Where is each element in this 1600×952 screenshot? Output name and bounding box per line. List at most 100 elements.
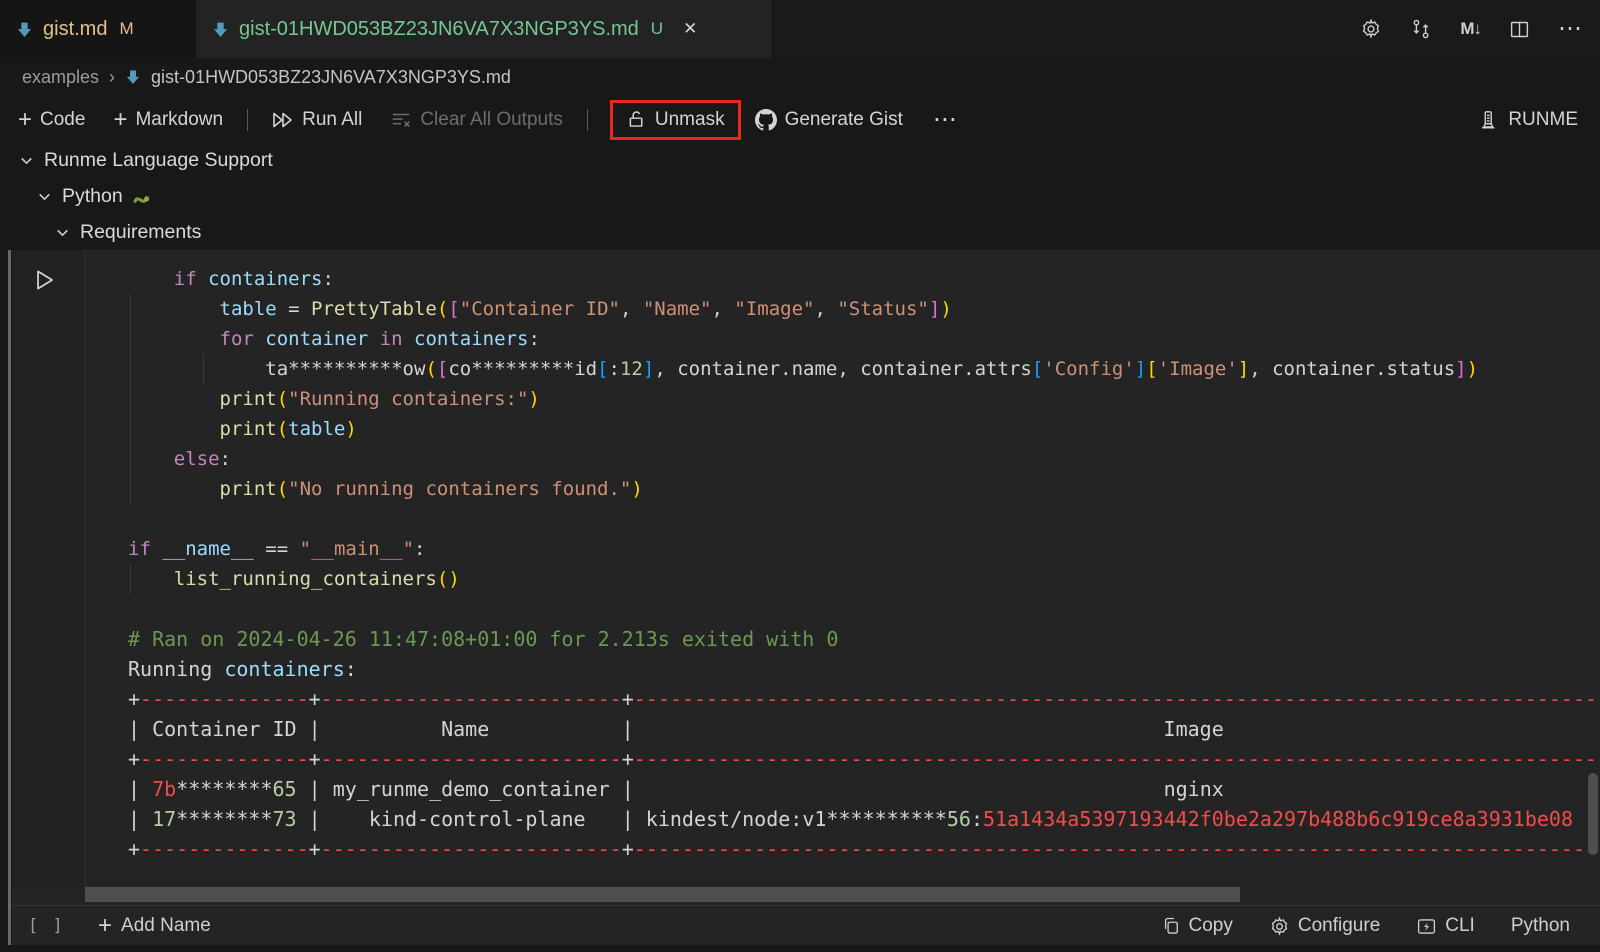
markdown-file-icon xyxy=(212,21,229,38)
unmask-label: Unmask xyxy=(655,109,725,131)
generate-gist-label: Generate Gist xyxy=(785,109,903,131)
tab-bar: gist.md M gist-01HWD053BZ23JN6VA7X3NGP3Y… xyxy=(0,0,1600,58)
runme-logo-icon xyxy=(1477,109,1499,131)
add-code-cell-button[interactable]: + Code xyxy=(18,108,85,132)
gear-icon xyxy=(1269,916,1290,937)
clear-outputs-icon xyxy=(390,109,412,131)
close-icon[interactable]: ✕ xyxy=(683,19,697,39)
horizontal-scrollbar[interactable] xyxy=(85,887,1240,902)
output-line: +--------------+------------------------… xyxy=(128,834,1600,864)
add-name-label: Add Name xyxy=(121,915,211,937)
cli-button[interactable]: CLI xyxy=(1416,915,1475,937)
cli-label: CLI xyxy=(1445,915,1475,937)
configure-label: Configure xyxy=(1298,915,1380,937)
output-line: | Container ID | Name | Image | xyxy=(128,714,1600,744)
add-name-button[interactable]: + Add Name xyxy=(98,914,211,938)
chevron-down-icon xyxy=(18,152,35,169)
unmask-button[interactable]: Unmask xyxy=(610,100,741,140)
plus-icon: + xyxy=(18,108,32,132)
tab-label: gist-01HWD053BZ23JN6VA7X3NGP3YS.md xyxy=(239,18,639,41)
tab-label: gist.md xyxy=(43,18,107,41)
compare-changes-icon[interactable] xyxy=(1410,18,1432,40)
add-markdown-cell-button[interactable]: + Markdown xyxy=(113,108,223,132)
tab-gist-01hwd-md[interactable]: gist-01HWD053BZ23JN6VA7X3NGP3YS.md U ✕ xyxy=(196,0,771,58)
output-line: | 17********73 | kind-control-plane | ki… xyxy=(128,804,1600,834)
code-line: for container in containers: xyxy=(128,324,1600,354)
code-line: if containers: xyxy=(128,264,1600,294)
clear-all-outputs-button[interactable]: Clear All Outputs xyxy=(390,109,563,131)
cell-lines[interactable]: if containers: table = PrettyTable(["Con… xyxy=(128,264,1600,864)
split-editor-icon[interactable] xyxy=(1509,19,1530,40)
outline-requirements[interactable]: Requirements xyxy=(54,214,201,250)
editor-actions: M↓ ⋯ xyxy=(1360,0,1582,58)
code-line: if __name__ == "__main__": xyxy=(128,534,1600,564)
execution-order-indicator: [ ] xyxy=(28,916,65,936)
toolbar-more-icon[interactable]: ⋯ xyxy=(933,108,957,132)
snake-icon xyxy=(132,186,153,207)
cli-icon xyxy=(1416,916,1437,937)
code-line xyxy=(128,504,1600,534)
run-all-label: Run All xyxy=(302,109,362,131)
code-line: print("No running containers found.") xyxy=(128,474,1600,504)
generate-gist-button[interactable]: Generate Gist xyxy=(755,109,903,131)
code-line: ta**********ow([co*********id[:12], cont… xyxy=(128,354,1600,384)
output-line: # Ran on 2024-04-26 11:47:08+01:00 for 2… xyxy=(128,624,1600,654)
copy-icon xyxy=(1161,916,1181,936)
git-modified-badge: M xyxy=(119,19,133,39)
output-line: Running containers: xyxy=(128,654,1600,684)
tab-gist-md[interactable]: gist.md M xyxy=(0,0,196,58)
breadcrumb: examples › gist-01HWD053BZ23JN6VA7X3NGP3… xyxy=(22,58,511,96)
language-label: Python xyxy=(1511,915,1570,937)
code-line xyxy=(128,594,1600,624)
run-all-button[interactable]: Run All xyxy=(270,108,362,132)
code-line: table = PrettyTable(["Container ID", "Na… xyxy=(128,294,1600,324)
markdown-preview-icon[interactable]: M↓ xyxy=(1460,19,1481,39)
notebook-cell: if containers: table = PrettyTable(["Con… xyxy=(12,250,1600,945)
plus-icon: + xyxy=(98,914,112,938)
breadcrumb-separator: › xyxy=(109,67,115,88)
code-line: list_running_containers() xyxy=(128,564,1600,594)
plus-icon: + xyxy=(113,108,127,132)
cell-focus-bar xyxy=(8,250,11,945)
cell-status-actions: Copy Configure CLI Python xyxy=(1161,915,1600,937)
output-line: +--------------+------------------------… xyxy=(128,744,1600,774)
copy-button[interactable]: Copy xyxy=(1161,915,1233,937)
code-line: else: xyxy=(128,444,1600,474)
add-markdown-label: Markdown xyxy=(135,109,223,131)
markdown-file-icon xyxy=(125,69,141,85)
runme-label: RUNME xyxy=(1508,109,1578,131)
breadcrumb-file[interactable]: gist-01HWD053BZ23JN6VA7X3NGP3YS.md xyxy=(151,67,511,88)
cell-status-bar: [ ] + Add Name Copy Configure xyxy=(12,905,1600,945)
cell-gutter xyxy=(12,250,85,887)
more-actions-icon[interactable]: ⋯ xyxy=(1558,17,1582,41)
breadcrumb-folder[interactable]: examples xyxy=(22,67,99,88)
toolbar-separator xyxy=(587,109,588,131)
code-line: print(table) xyxy=(128,414,1600,444)
run-cell-button[interactable] xyxy=(31,267,57,293)
run-all-icon xyxy=(270,108,294,132)
chevron-down-icon xyxy=(36,188,53,205)
outline-python[interactable]: Python xyxy=(36,178,153,214)
configure-button[interactable]: Configure xyxy=(1269,915,1380,937)
code-line: print("Running containers:") xyxy=(128,384,1600,414)
outline-label: Runme Language Support xyxy=(44,149,273,172)
copy-label: Copy xyxy=(1189,915,1233,937)
unlock-icon xyxy=(626,109,647,130)
toolbar-separator xyxy=(247,109,248,131)
runme-brand: RUNME xyxy=(1477,109,1578,131)
markdown-file-icon xyxy=(16,21,33,38)
chevron-down-icon xyxy=(54,224,71,241)
add-code-label: Code xyxy=(40,109,85,131)
output-line: | 7b********65 | my_runme_demo_container… xyxy=(128,774,1600,804)
vertical-scrollbar[interactable] xyxy=(1588,773,1598,855)
output-line: +--------------+------------------------… xyxy=(128,684,1600,714)
git-untracked-badge: U xyxy=(651,19,663,39)
outline-label: Requirements xyxy=(80,221,201,244)
github-icon xyxy=(755,109,777,131)
outline-runme-language-support[interactable]: Runme Language Support xyxy=(18,142,273,178)
language-indicator[interactable]: Python xyxy=(1511,915,1570,937)
gear-icon[interactable] xyxy=(1360,18,1382,40)
clear-outputs-label: Clear All Outputs xyxy=(420,109,563,131)
notebook-toolbar: + Code + Markdown Run All Clear All Outp… xyxy=(0,96,1600,143)
outline-label: Python xyxy=(62,185,123,208)
